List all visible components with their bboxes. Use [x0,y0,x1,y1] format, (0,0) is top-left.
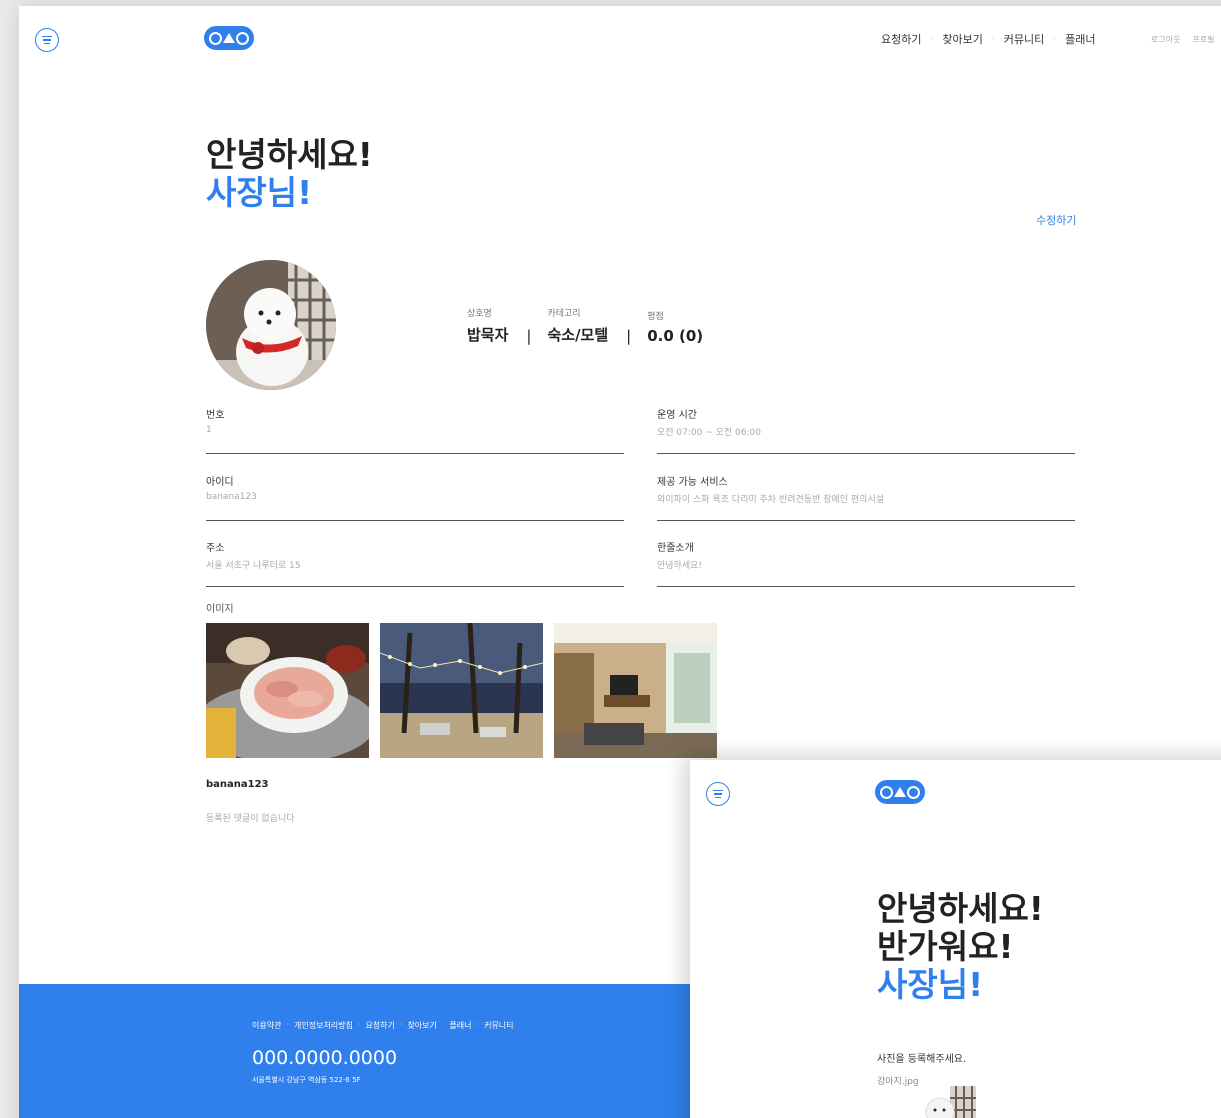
business-summary: 상호명 밥묵자 | 카테고리 숙소/모텔 | 평점 0.0 (0) [467,306,703,345]
no-comments-text: 등록된 댓글이 없습니다 [206,814,295,824]
greeting-text-2: 반가워요! [877,927,1014,966]
auth-links: 로그아웃 프로필 [1151,34,1215,45]
field-label: 번호 [206,410,225,421]
field-value: 서울 서초구 나루터로 15 [206,561,301,571]
summary-value: 밥묵자 [467,326,509,344]
menu-icon[interactable] [706,782,730,806]
field-label: 주소 [206,543,225,554]
edit-button[interactable]: 수정하기 [1036,212,1076,228]
image-thumb-garden[interactable] [380,623,543,758]
summary-label: 카테고리 [547,309,581,319]
header: 요청하기 · 찾아보기 · 커뮤니티 · 플래너 로그아웃 프로필 [19,6,1221,76]
menu-icon[interactable] [35,28,59,52]
footer-link-terms[interactable]: 이용약관 [252,1020,281,1031]
upload-label: 사진을 등록해주세요. [877,1054,967,1065]
footer-links: 이용약관 · 개인정보처리방침 · 요청하기 · 찾아보기 · 플래너 · 커뮤… [252,1020,514,1031]
field-label: 운영 시간 [657,410,697,421]
field-label: 아이디 [206,477,234,488]
profile-link[interactable]: 프로필 [1192,34,1214,45]
images-label: 이미지 [206,604,234,615]
field-id: 아이디 banana123 [206,473,624,521]
footer-separator: · [399,1020,403,1029]
logout-link[interactable]: 로그아웃 [1151,34,1180,45]
summary-label: 평점 [647,312,664,322]
image-thumb-room[interactable] [554,623,717,758]
greeting-name: 사장님! [206,173,313,212]
uploaded-image-preview[interactable] [910,1086,976,1118]
logo[interactable] [875,780,925,804]
summary-business-name: 상호명 밥묵자 [467,306,508,345]
footer-link-browse[interactable]: 찾아보기 [407,1020,436,1031]
page-title: 안녕하세요! 사장님! [206,136,373,212]
nav-planner[interactable]: 플래너 [1065,31,1095,47]
avatar [206,260,336,390]
field-value: 안녕하세요! [657,561,703,571]
footer-separator: · [441,1020,445,1029]
summary-category: 카테고리 숙소/모텔 [547,306,608,345]
greeting-text: 안녕하세요! [877,889,1044,928]
nav-browse[interactable]: 찾아보기 [942,31,982,47]
nav-separator: · [1053,34,1057,44]
field-value: 1 [206,425,212,435]
field-value: 오전 07:00 ~ 오전 06:00 [657,428,761,438]
dog-photo [206,260,336,390]
footer-separator: · [476,1020,480,1029]
field-value: banana123 [206,492,257,502]
signup-page-window: 안녕하세요! 반가워요! 사장님! 사진을 등록해주세요. 강아지.jpg [690,760,1221,1118]
signup-title: 안녕하세요! 반가워요! 사장님! [877,890,1044,1004]
nav-request[interactable]: 요청하기 [881,31,921,47]
field-services: 제공 가능 서비스 와이파이 스파 욕조 다리미 주차 반려견동반 장애인 편의… [657,473,1075,521]
footer-address: 서울특별시 강남구 역삼동 522-6 5F [252,1076,361,1084]
field-value: 와이파이 스파 욕조 다리미 주차 반려견동반 장애인 편의시설 [657,495,885,505]
footer-separator: · [286,1020,289,1029]
footer-link-privacy[interactable]: 개인정보처리방침 [294,1020,353,1031]
image-thumb-food[interactable] [206,623,369,758]
field-label: 한줄소개 [657,543,694,554]
summary-value: 숙소/모텔 [547,326,609,344]
footer-separator: · [357,1020,361,1029]
summary-separator: | [626,327,632,345]
field-number: 번호 1 [206,406,624,454]
nav-separator: · [991,34,995,44]
summary-label: 상호명 [467,309,492,319]
footer-link-planner[interactable]: 플래너 [449,1020,471,1031]
summary-separator: | [526,327,532,345]
field-intro: 한줄소개 안녕하세요! [657,539,1075,587]
comment-username: banana123 [206,779,269,790]
summary-rating: 평점 0.0 (0) [647,309,703,345]
main-nav: 요청하기 · 찾아보기 · 커뮤니티 · 플래너 [881,31,1095,47]
footer-link-request[interactable]: 요청하기 [365,1020,394,1031]
screenshot-stage: 요청하기 · 찾아보기 · 커뮤니티 · 플래너 로그아웃 프로필 안녕하세요!… [0,0,1221,1118]
field-label: 제공 가능 서비스 [657,477,728,488]
greeting-text: 안녕하세요! [206,135,373,174]
logo[interactable] [204,26,254,50]
footer-phone: 000.0000.0000 [252,1047,398,1069]
greeting-name: 사장님! [877,965,984,1004]
nav-separator: · [930,34,934,44]
summary-value: 0.0 (0) [647,327,704,345]
footer-link-community[interactable]: 커뮤니티 [484,1020,513,1031]
field-address: 주소 서울 서초구 나루터로 15 [206,539,624,587]
nav-community[interactable]: 커뮤니티 [1004,31,1044,47]
field-hours: 운영 시간 오전 07:00 ~ 오전 06:00 [657,406,1075,454]
